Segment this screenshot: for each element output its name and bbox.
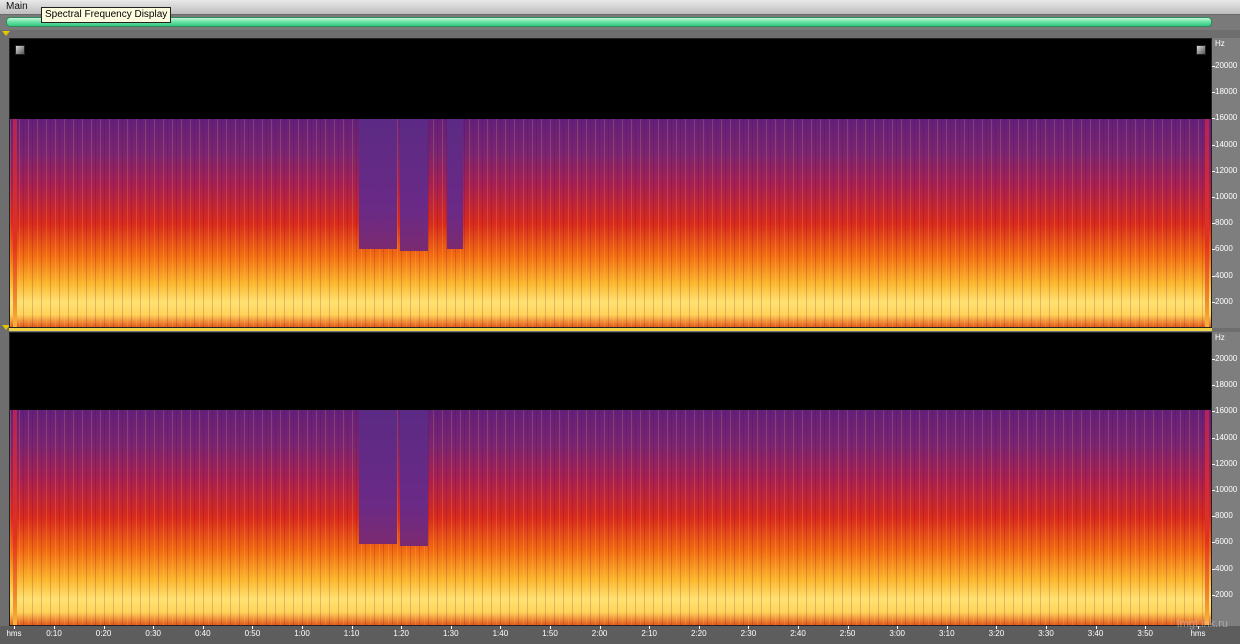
channel-2-heatmap xyxy=(10,410,1211,625)
channel-2-spectrogram[interactable] xyxy=(9,332,1212,626)
time-unit-start-label: hms xyxy=(6,629,22,638)
frequency-tick-label: 12000 xyxy=(1215,165,1238,175)
watermark: ImgLink.ru xyxy=(1176,618,1228,630)
frequency-tick-label: 18000 xyxy=(1215,87,1238,97)
time-tick-label: 2:40 xyxy=(790,629,806,638)
channel-2-low-band-gap xyxy=(400,410,428,546)
time-tick-label: 1:30 xyxy=(443,629,459,638)
channel-1-low-band-gap xyxy=(447,119,463,249)
frequency-tick-label: 20000 xyxy=(1215,354,1238,363)
time-ruler[interactable]: hms 0:10 0:20 0:30 0:40 0:50 1:00 1:10 1:20 1:30 1… xyxy=(0,626,1240,644)
frequency-tick-label: 14000 xyxy=(1215,432,1238,442)
frequency-tick-label: 16000 xyxy=(1215,113,1238,123)
time-tick-label: 3:10 xyxy=(939,629,955,638)
time-tick-label: 3:50 xyxy=(1137,629,1153,638)
time-tick-label: 2:10 xyxy=(641,629,657,638)
panel-tooltip: Spectral Frequency Display xyxy=(41,7,172,23)
time-tick-label: 2:20 xyxy=(691,629,707,638)
time-tick-label: 1:00 xyxy=(294,629,310,638)
channel-1-heatmap xyxy=(10,119,1211,327)
channel-2-left-edge xyxy=(13,410,17,625)
time-tick-label: 0:50 xyxy=(244,629,261,638)
time-tick-label: 2:00 xyxy=(591,629,608,638)
channel-2-frequency-axis: Hz 20000 18000 16000 14000 12000 10000 8000 6000… xyxy=(1212,332,1240,626)
time-tick-label: 0:40 xyxy=(195,629,211,638)
frequency-tick-label: 6000 xyxy=(1215,244,1233,254)
frequency-tick-label: 2000 xyxy=(1215,589,1233,599)
time-tick-label: 0:30 xyxy=(145,629,161,638)
channel-1-low-band-gap xyxy=(359,119,397,249)
frequency-tick-label: 4000 xyxy=(1215,270,1233,280)
channel-1-left-edge xyxy=(13,119,17,327)
frequency-tick-label: 10000 xyxy=(1215,192,1238,201)
time-tick-label: 2:30 xyxy=(740,629,757,638)
frequency-tick-label: 8000 xyxy=(1215,218,1233,228)
frequency-tick-label: 6000 xyxy=(1215,537,1233,547)
time-tick-label: 1:50 xyxy=(542,629,558,638)
time-tick-label: 3:00 xyxy=(889,629,905,638)
time-tick-label: 3:20 xyxy=(988,629,1005,638)
time-tick-label: 1:40 xyxy=(492,629,509,638)
channel-2-low-band-gap xyxy=(359,410,397,544)
channel-2-right-edge xyxy=(1205,410,1209,625)
frequency-tick-label: 16000 xyxy=(1215,406,1238,416)
frequency-tick-label: 20000 xyxy=(1215,61,1238,70)
time-tick-label: 3:40 xyxy=(1087,629,1104,638)
channel-1-spectrogram[interactable] xyxy=(9,38,1212,328)
frequency-tick-label: 18000 xyxy=(1215,380,1238,390)
time-tick-label: 1:10 xyxy=(343,629,360,638)
main-tab[interactable]: Main xyxy=(6,0,28,14)
frequency-tick-label: 14000 xyxy=(1215,139,1238,149)
channel-1-low-band-gap xyxy=(400,119,428,251)
channel-1-frequency-axis: Hz 20000 18000 16000 14000 12000 10000 8000 6000… xyxy=(1212,38,1240,328)
main-tab-bar: Main xyxy=(0,0,1240,15)
channel-1-zoom-icon[interactable] xyxy=(15,45,25,55)
overview-bar[interactable] xyxy=(6,17,1212,27)
channel-1-corner-icon[interactable] xyxy=(1196,45,1206,55)
frequency-tick-label: 2000 xyxy=(1215,296,1233,306)
spectral-frequency-display[interactable]: Hz 20000 18000 16000 14000 12000 10000 8000 6000… xyxy=(0,30,1240,626)
time-tick-label: 0:20 xyxy=(95,629,112,638)
channel-divider xyxy=(9,328,1212,331)
frequency-tick-label: 4000 xyxy=(1215,563,1233,573)
frequency-tick-label: 8000 xyxy=(1215,511,1233,521)
channel-1-spectrum-fill xyxy=(10,119,1211,327)
frequency-tick-label: 12000 xyxy=(1215,458,1238,468)
frequency-unit-label: Hz xyxy=(1215,333,1225,342)
start-marker-icon[interactable] xyxy=(2,31,10,36)
channel-2-spectrum-fill xyxy=(10,410,1211,625)
channel-1-right-edge xyxy=(1205,119,1209,327)
time-tick-label: 3:30 xyxy=(1038,629,1054,638)
frequency-tick-label: 10000 xyxy=(1215,485,1238,494)
time-tick-label: 2:50 xyxy=(839,629,856,638)
time-tick-label: 0:10 xyxy=(46,629,62,638)
time-tick-label: 1:20 xyxy=(393,629,409,638)
frequency-unit-label: Hz xyxy=(1215,39,1225,48)
time-unit-end-label: hms xyxy=(1190,629,1206,638)
